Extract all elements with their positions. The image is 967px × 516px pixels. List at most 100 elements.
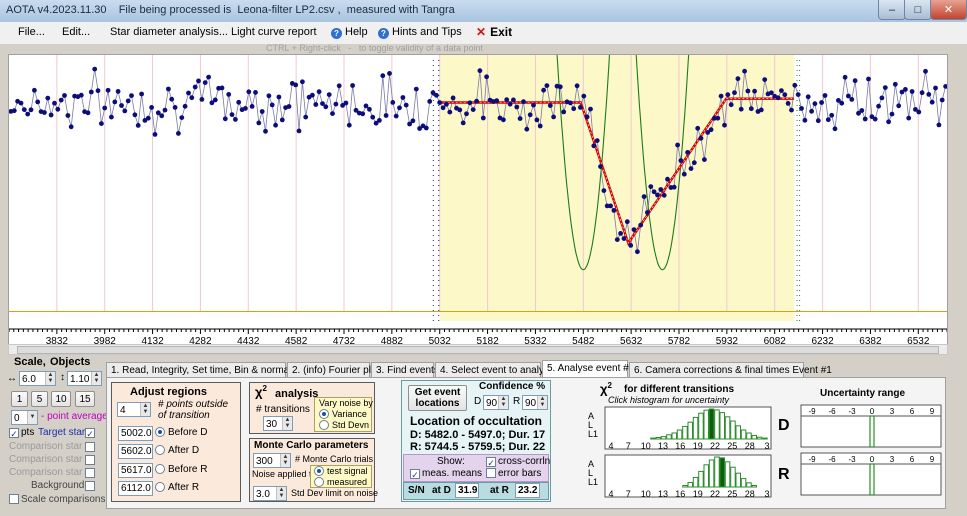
cross-corrln-checkbox[interactable]: cross-corrln <box>486 456 550 467</box>
d-histogram-axis-label: 4 <box>608 441 613 451</box>
before-r-input[interactable]: 5617.0 <box>118 463 153 478</box>
comparison-star-2-checkbox[interactable] <box>85 455 95 465</box>
menu-help[interactable]: ? Help <box>331 26 368 39</box>
tab-find-events[interactable]: 3. Find events <box>371 362 439 377</box>
before-r-radio[interactable]: Before R <box>155 464 207 475</box>
get-event-locations-button[interactable]: Get event locations <box>408 385 467 411</box>
before-d-radio[interactable]: Before D <box>155 427 207 438</box>
menu-exit[interactable]: ✕ Exit <box>476 25 512 39</box>
scale-y-spinner[interactable]: ▲ ▼ <box>91 372 101 385</box>
points-outside-input[interactable]: 4 ▲ ▼ <box>117 402 151 417</box>
data-point <box>926 92 932 97</box>
after-d-input[interactable]: 5602.0 <box>118 444 153 459</box>
background-checkbox[interactable] <box>85 481 95 491</box>
avg-5-button[interactable]: 5 <box>31 391 48 407</box>
point-average-select[interactable]: 0 ▼ <box>11 410 38 425</box>
confidence-r-input[interactable]: 90 ▲ ▼ <box>522 395 548 410</box>
tab-read-integrity[interactable]: 1. Read, Integrity, Set time, Bin & norm… <box>106 362 304 377</box>
data-point <box>95 88 101 94</box>
test-signal-radio[interactable]: test signal <box>314 466 368 476</box>
tab-fourier-plot[interactable]: 2. (info) Fourier plot <box>287 362 379 377</box>
data-point <box>531 102 536 108</box>
data-point <box>812 101 818 107</box>
scale-x-input[interactable]: 6.0 ▲ ▼ <box>19 371 56 386</box>
light-curve-svg[interactable]: 3832 3982 4132 4282 4432 4582 4732 4882 5032 5182… <box>9 55 947 345</box>
data-point <box>390 100 396 105</box>
avg-15-button[interactable]: 15 <box>75 391 95 407</box>
data-point <box>300 79 305 85</box>
std-dev-limit-spinner[interactable]: ▲ ▼ <box>276 487 286 500</box>
tab-camera-corrections[interactable]: 6. Camera corrections & final times Even… <box>629 362 832 377</box>
pts-checkbox[interactable]: pts <box>9 427 34 438</box>
data-point <box>387 71 392 76</box>
confidence-d-input[interactable]: 90 ▲ ▼ <box>483 395 509 410</box>
transitions-spinner[interactable]: ▲ ▼ <box>282 417 292 430</box>
data-point <box>172 105 178 110</box>
monte-carlo-trials-input[interactable]: 300 ▲ ▼ <box>253 453 291 468</box>
chevron-down-icon[interactable]: ▼ <box>27 411 37 424</box>
points-outside-spinner[interactable]: ▲ ▼ <box>140 403 150 416</box>
r-transition-histogram[interactable]: ALL14 7 10 13 16 19 22 25 28 3 <box>587 453 775 499</box>
after-r-radio[interactable]: After R <box>155 482 199 493</box>
scale-x-spinner[interactable]: ▲ ▼ <box>45 372 55 385</box>
std-devn-radio[interactable]: Std Devn <box>319 420 369 430</box>
d-histogram-bar <box>650 437 656 440</box>
minimize-button[interactable]: – <box>878 0 906 20</box>
menu-star-diameter[interactable]: Star diameter analysis... <box>110 26 228 38</box>
data-point <box>574 83 580 89</box>
std-dev-limit-input[interactable]: 3.0 ▲ ▼ <box>253 486 287 501</box>
target-star-checkbox[interactable] <box>85 428 95 438</box>
menu-light-curve-report[interactable]: Light curve report <box>231 26 317 38</box>
after-r-input[interactable]: 6112.0 <box>118 481 153 496</box>
menu-file[interactable]: File... <box>18 26 45 38</box>
data-point <box>919 90 925 96</box>
maximize-button[interactable]: □ <box>904 0 932 20</box>
scale-comparisons-checkbox[interactable]: Scale comparisons <box>9 494 105 505</box>
variance-radio[interactable]: Variance <box>319 409 367 419</box>
d-transition-histogram[interactable]: ALL14 7 10 13 16 19 22 25 28 3 <box>587 405 775 451</box>
confidence-r-spinner[interactable]: ▲ ▼ <box>537 396 547 409</box>
after-r-radio-dot <box>155 482 165 492</box>
comparison-star-1-checkbox[interactable] <box>85 442 95 452</box>
std-devn-label: Std Devn <box>332 420 370 430</box>
data-point <box>621 236 627 242</box>
avg-1-button[interactable]: 1 <box>11 391 28 407</box>
confidence-d-spinner[interactable]: ▲ ▼ <box>498 396 508 409</box>
after-d-radio[interactable]: After D <box>155 445 199 456</box>
data-point <box>263 128 268 134</box>
measured-radio[interactable]: measured <box>314 477 367 487</box>
scale-y-input[interactable]: 1.10 ▲ ▼ <box>67 371 102 386</box>
plot-scrollbar-thumb[interactable] <box>17 346 939 354</box>
comparison-star-3-checkbox[interactable] <box>85 468 95 478</box>
data-point <box>872 116 878 122</box>
data-point <box>849 97 855 102</box>
point-average-label: - point average <box>41 411 108 422</box>
sn-at-d-value: 31.9 <box>455 483 479 498</box>
data-point <box>45 95 51 101</box>
light-curve-plot[interactable]: 3832 3982 4132 4282 4432 4582 4732 4882 5032 5182… <box>8 54 948 346</box>
comparison-star-3-label: Comparison star 3 <box>9 467 91 478</box>
tab-analyse-event[interactable]: 5. Analyse event #1 <box>542 360 634 378</box>
monte-carlo-trials-spinner[interactable]: ▲ ▼ <box>280 454 290 467</box>
transitions-input[interactable]: 30 ▲ ▼ <box>263 416 293 431</box>
menu-edit[interactable]: Edit... <box>62 26 90 38</box>
before-d-input[interactable]: 5002.0 <box>118 426 153 441</box>
menu-hints[interactable]: ? Hints and Tips <box>378 26 462 39</box>
error-bars-label: error bars <box>498 468 542 479</box>
avg-10-button[interactable]: 10 <box>51 391 71 407</box>
d-histogram-axis-label: 22 <box>710 441 720 451</box>
data-point <box>504 97 510 103</box>
close-button[interactable]: ✕ <box>930 0 967 20</box>
data-point <box>779 88 784 93</box>
meas-means-checkbox[interactable]: meas. means <box>410 468 482 479</box>
data-point <box>293 82 299 88</box>
data-point <box>296 128 302 134</box>
r-histogram-axis-label: 4 <box>608 489 613 499</box>
plot-scrollbar[interactable] <box>8 344 948 355</box>
error-bars-checkbox[interactable]: error bars <box>486 468 541 479</box>
data-point <box>929 99 935 105</box>
d-histogram-axis-label: 16 <box>675 441 685 451</box>
d-uncertainty-tick-label: -9 <box>808 407 816 416</box>
tab-select-event[interactable]: 4. Select event to analyse <box>435 362 555 377</box>
horizontal-scale-icon: ↔ <box>7 373 17 384</box>
